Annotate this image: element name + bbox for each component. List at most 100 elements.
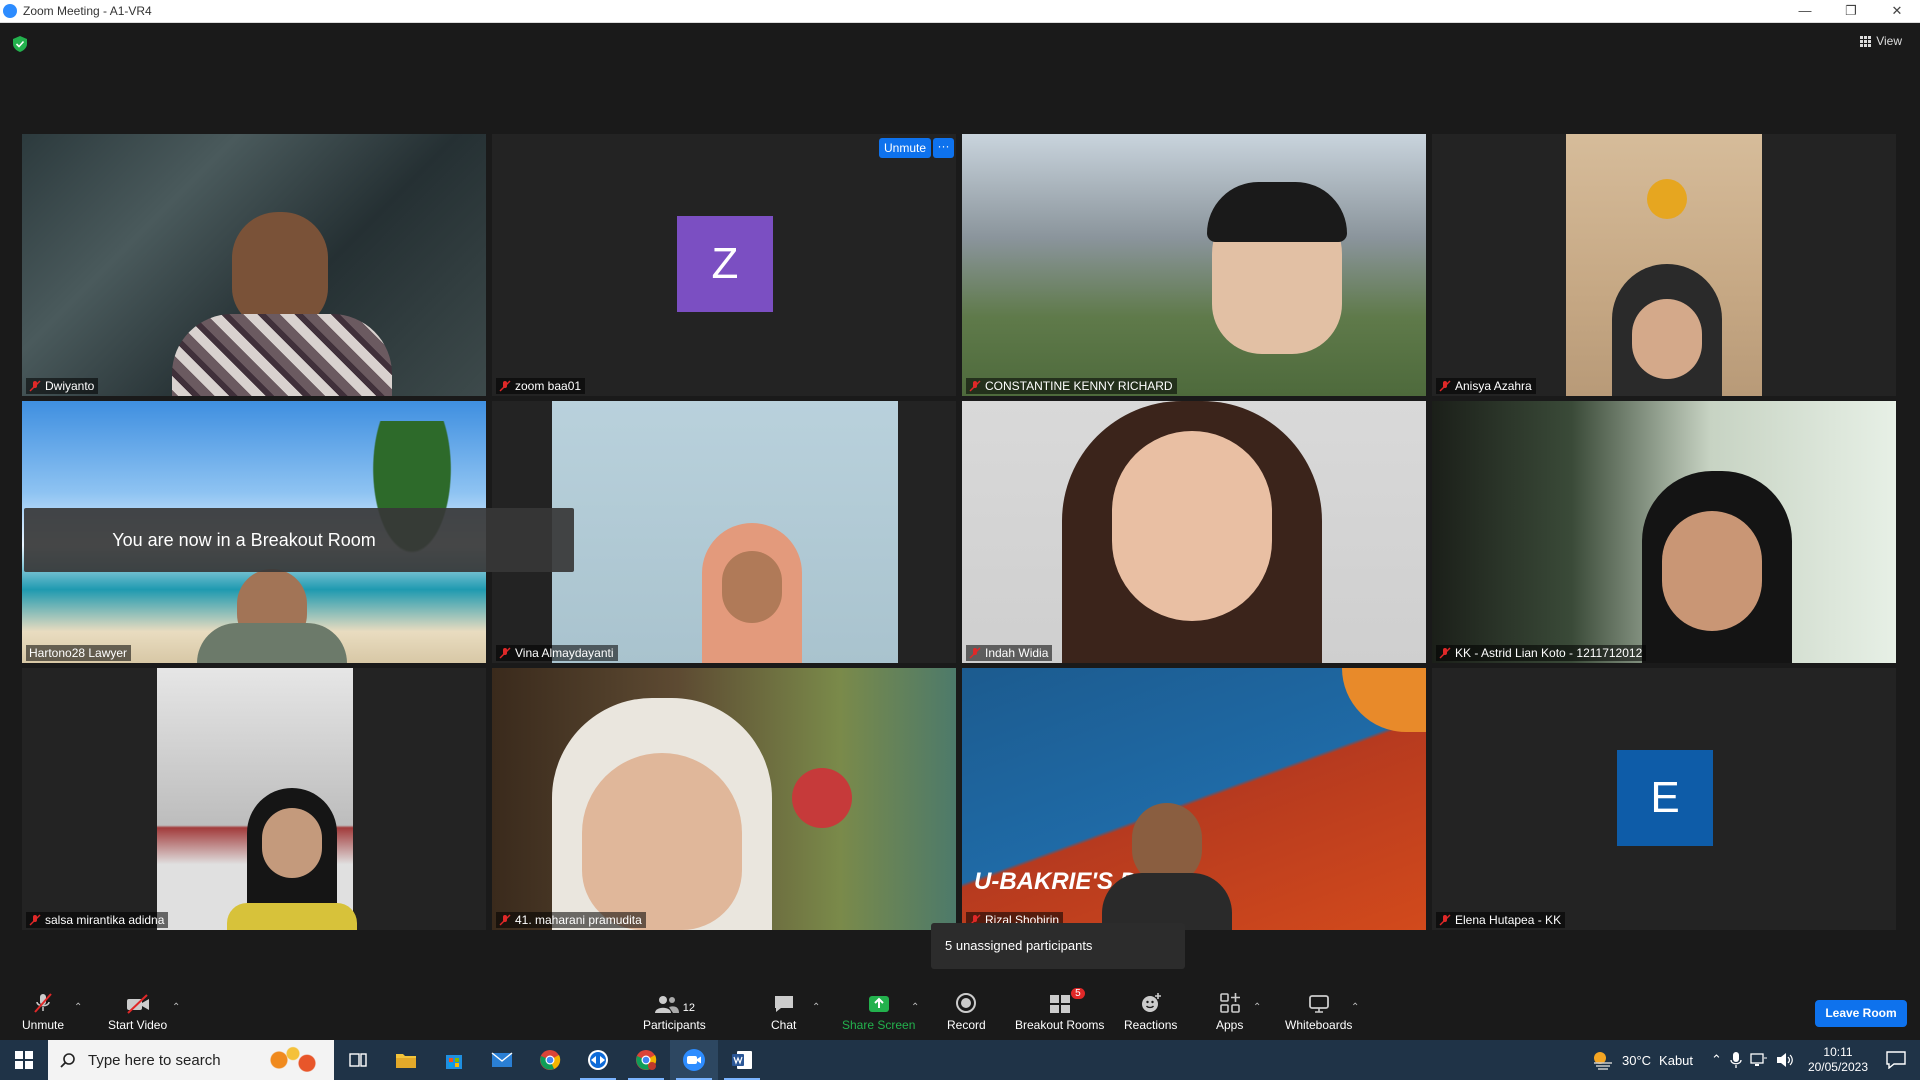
video-tile-zoom-baa01[interactable]: Z zoom baa01 — [492, 134, 956, 396]
person-shirt — [172, 314, 392, 396]
close-button[interactable]: ✕ — [1874, 0, 1920, 23]
participant-avatar: E — [1617, 750, 1713, 846]
share-options-caret-icon[interactable]: ⌃ — [911, 1002, 919, 1013]
leave-room-button[interactable]: Leave Room — [1815, 1000, 1907, 1027]
muted-mic-icon — [499, 380, 511, 392]
name-tag: Dwiyanto — [26, 378, 99, 394]
muted-mic-icon — [969, 380, 981, 392]
video-options-caret-icon[interactable]: ⌃ — [172, 1002, 180, 1013]
clock[interactable]: 10:11 20/05/2023 — [1808, 1045, 1868, 1075]
video-tile-indah[interactable]: Indah Widia — [962, 401, 1426, 663]
name-tag: Hartono28 Lawyer — [26, 645, 132, 661]
muted-mic-icon — [499, 914, 511, 926]
chrome-icon[interactable] — [526, 1040, 574, 1080]
start-button[interactable] — [0, 1040, 48, 1080]
name-tag: Indah Widia — [966, 645, 1053, 661]
video-tile-maharani[interactable]: 41. maharani pramudita — [492, 668, 956, 930]
participant-name: Hartono28 Lawyer — [29, 646, 128, 660]
breakout-rooms-label: Breakout Rooms — [1015, 1018, 1105, 1032]
apps-options-caret-icon[interactable]: ⌃ — [1253, 1002, 1261, 1013]
word-icon[interactable] — [718, 1040, 766, 1080]
minimize-button[interactable]: — — [1782, 0, 1828, 23]
network-icon[interactable] — [1750, 1052, 1768, 1068]
name-tag: salsa mirantika adidna — [26, 912, 169, 928]
breakout-room-toast: You are now in a Breakout Room — [24, 508, 574, 572]
video-tile-dwiyanto[interactable]: Dwiyanto — [22, 134, 486, 396]
whiteboards-label: Whiteboards — [1285, 1018, 1353, 1032]
reactions-icon — [1141, 993, 1161, 1012]
chrome-profile-icon[interactable] — [622, 1040, 670, 1080]
person-face — [722, 551, 782, 623]
more-options-button[interactable]: ··· — [933, 138, 954, 158]
volume-icon[interactable] — [1776, 1052, 1794, 1068]
video-tile-salsa[interactable]: salsa mirantika adidna — [22, 668, 486, 930]
weather-icon[interactable] — [1590, 1049, 1616, 1071]
participants-count: 12 — [682, 1002, 695, 1014]
file-explorer-icon[interactable] — [382, 1040, 430, 1080]
windows-taskbar: Type here to search 30°C Kabut ⌃ 10:11 2… — [0, 1040, 1920, 1080]
chat-button[interactable]: Chat — [771, 992, 796, 1032]
restore-button[interactable]: ❐ — [1828, 0, 1874, 23]
participant-name: Vina Almaydayanti — [515, 646, 614, 660]
task-view-icon[interactable] — [334, 1040, 382, 1080]
reactions-button[interactable]: Reactions — [1124, 992, 1177, 1032]
microsoft-store-icon[interactable] — [430, 1040, 478, 1080]
weather-description[interactable]: Kabut — [1659, 1053, 1693, 1068]
person-face — [1112, 431, 1272, 621]
video-tile-rizal[interactable]: U-BAKRIE'S DAY Rizal Shobirin — [962, 668, 1426, 930]
chat-options-caret-icon[interactable]: ⌃ — [812, 1002, 820, 1013]
name-tag: zoom baa01 — [496, 378, 586, 394]
participant-name: zoom baa01 — [515, 379, 582, 393]
chat-icon — [774, 996, 793, 1012]
participant-name: CONSTANTINE KENNY RICHARD — [985, 379, 1173, 393]
person-shirt — [197, 623, 347, 663]
show-hidden-icons-chevron-icon[interactable]: ⌃ — [1711, 1052, 1722, 1068]
participant-name: Dwiyanto — [45, 379, 95, 393]
participants-button[interactable]: 12 Participants — [643, 992, 706, 1032]
audio-options-caret-icon[interactable]: ⌃ — [74, 1002, 82, 1013]
person-face — [262, 808, 322, 878]
whiteboards-button[interactable]: Whiteboards — [1285, 992, 1352, 1032]
participant-name: 41. maharani pramudita — [515, 913, 642, 927]
notifications-icon[interactable] — [1886, 1051, 1906, 1069]
reactions-label: Reactions — [1124, 1018, 1178, 1032]
view-label: View — [1876, 34, 1902, 48]
microphone-in-use-icon[interactable] — [1730, 1051, 1742, 1069]
apps-button[interactable]: Apps — [1216, 992, 1243, 1032]
windows-logo-icon — [15, 1051, 33, 1069]
record-button[interactable]: Record — [947, 992, 986, 1032]
whiteboard-options-caret-icon[interactable]: ⌃ — [1351, 1002, 1359, 1013]
mail-icon[interactable] — [478, 1040, 526, 1080]
breakout-rooms-button[interactable]: 5 Breakout Rooms — [1015, 988, 1105, 1032]
view-button[interactable]: View — [1860, 34, 1902, 48]
unmute-button[interactable]: Unmute — [22, 992, 64, 1032]
apps-icon — [1219, 993, 1240, 1013]
taskbar-search-box[interactable]: Type here to search — [48, 1040, 334, 1080]
clock-date: 20/05/2023 — [1807, 1060, 1868, 1074]
participant-name: Indah Widia — [985, 646, 1049, 660]
start-video-button[interactable]: Start Video — [108, 992, 167, 1032]
encryption-shield-icon[interactable] — [13, 36, 27, 52]
share-screen-label: Share Screen — [842, 1018, 916, 1032]
name-tag: Elena Hutapea - KK — [1436, 912, 1566, 928]
unmute-label: Unmute — [22, 1018, 65, 1032]
teamviewer-icon[interactable] — [574, 1040, 622, 1080]
unmute-participant-button[interactable]: Unmute — [879, 138, 932, 158]
video-tile-astrid[interactable]: KK - Astrid Lian Koto - 1211712012 — [1432, 401, 1896, 663]
zoom-taskbar-icon[interactable] — [670, 1040, 718, 1080]
participant-name: Elena Hutapea - KK — [1455, 913, 1562, 927]
video-tile-elena[interactable]: E Elena Hutapea - KK — [1432, 668, 1896, 930]
sunflower — [1647, 179, 1687, 219]
weather-temperature[interactable]: 30°C — [1622, 1053, 1651, 1068]
video-tile-anisya[interactable]: Anisya Azahra — [1432, 134, 1896, 396]
muted-mic-icon — [499, 647, 511, 659]
video-tile-constantine[interactable]: CONSTANTINE KENNY RICHARD — [962, 134, 1426, 396]
apps-label: Apps — [1216, 1018, 1244, 1032]
breakout-rooms-badge: 5 — [1071, 988, 1085, 999]
search-icon — [60, 1053, 75, 1068]
share-screen-button[interactable]: Share Screen — [842, 992, 915, 1032]
muted-mic-icon — [1439, 380, 1451, 392]
person-face — [1662, 511, 1762, 631]
system-tray: 30°C Kabut ⌃ 10:11 20/05/2023 — [1590, 1040, 1920, 1080]
participant-name: Anisya Azahra — [1455, 379, 1532, 393]
